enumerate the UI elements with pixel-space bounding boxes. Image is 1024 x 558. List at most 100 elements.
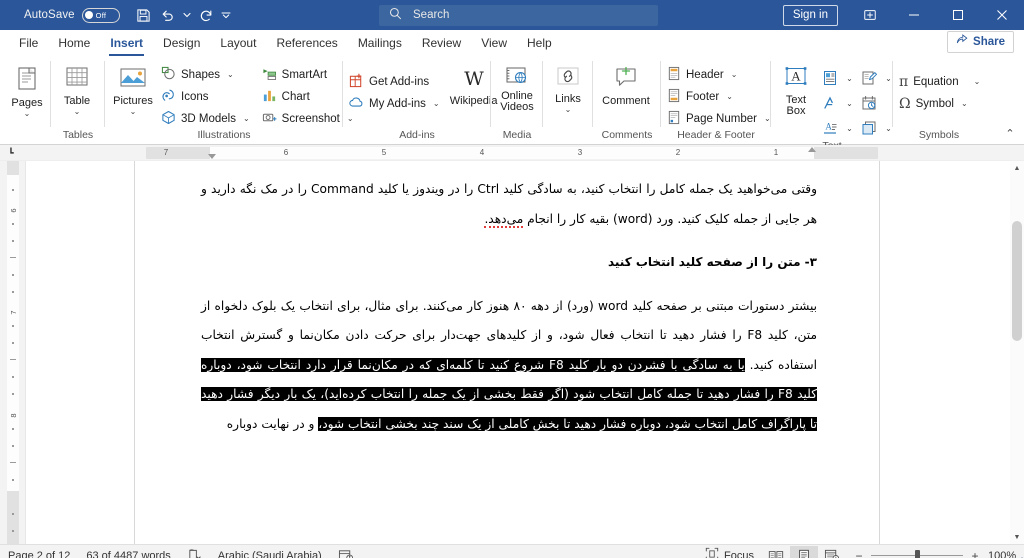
redo-button[interactable] (196, 4, 218, 26)
print-layout-view[interactable] (790, 545, 818, 558)
footer-caret-icon[interactable]: ⌄ (726, 92, 733, 101)
autosave-toggle[interactable]: AutoSave Off (24, 7, 120, 23)
maximize-button[interactable] (936, 0, 980, 30)
vertical-ruler-number-7: 7 (9, 310, 18, 315)
save-button[interactable] (133, 4, 155, 26)
focus-mode-button[interactable]: Focus (697, 545, 762, 558)
horizontal-ruler-track[interactable]: 7 6 5 4 3 2 1 (146, 147, 878, 159)
paragraph-2[interactable]: بیشتر دستورات مبتنی بر صفحه کلید word (و… (201, 292, 817, 440)
get-add-ins-button[interactable]: Get Add-ins (346, 71, 445, 92)
wikipedia-icon: W (459, 66, 489, 92)
tab-layout[interactable]: Layout (210, 35, 266, 56)
close-button[interactable] (980, 0, 1024, 30)
signature-line-caret-icon[interactable]: ⌄ (844, 124, 855, 133)
smartart-label: SmartArt (281, 68, 328, 81)
footer-button[interactable]: Footer ⌄ (664, 86, 776, 107)
word-count[interactable]: 63 of 4487 words (78, 545, 178, 558)
online-videos-button[interactable]: Online Videos (494, 63, 540, 113)
zoom-slider[interactable]: − + (846, 549, 988, 558)
shapes-icon (161, 66, 176, 84)
ruler-number-3: 3 (577, 148, 583, 157)
sign-in-button[interactable]: Sign in (782, 4, 838, 26)
table-button[interactable]: Table ⌄ (54, 63, 100, 116)
zoom-slider-track[interactable] (871, 550, 963, 558)
pictures-caret-icon[interactable]: ⌄ (130, 107, 137, 116)
object-icon[interactable] (857, 116, 881, 140)
quick-parts-icon[interactable] (818, 66, 842, 90)
drop-cap-icon[interactable] (857, 66, 881, 90)
horizontal-ruler[interactable]: ┗ 7 6 5 4 3 2 1 (0, 145, 1024, 161)
links-button[interactable]: Links ⌄ (546, 63, 590, 114)
zoom-out-button[interactable]: − (854, 549, 864, 558)
tab-view[interactable]: View (471, 35, 517, 56)
tab-help[interactable]: Help (517, 35, 562, 56)
document-text-body[interactable]: وقتی می‌خواهید یک جمله کامل را انتخاب کن… (135, 175, 879, 453)
equation-caret-icon[interactable]: ⌄ (974, 77, 981, 86)
shapes-button[interactable]: Shapes ⌄ (158, 64, 255, 85)
wordart-icon[interactable] (818, 91, 842, 115)
zoom-in-button[interactable]: + (970, 549, 980, 558)
page-indicator[interactable]: Page 2 of 12 (0, 545, 78, 558)
3d-models-caret-icon[interactable]: ⌄ (243, 114, 250, 123)
tab-references[interactable]: References (266, 35, 347, 56)
vertical-scrollbar[interactable]: ▲ ▼ (1010, 161, 1024, 544)
page-number-caret-icon[interactable]: ⌄ (764, 114, 771, 123)
tab-design[interactable]: Design (153, 35, 210, 56)
customize-quick-access-toolbar[interactable] (220, 4, 233, 26)
header-button[interactable]: Header ⌄ (664, 64, 776, 85)
minimize-button[interactable] (892, 0, 936, 30)
language-indicator[interactable]: Arabic (Saudi Arabia) (210, 545, 330, 558)
tab-mailings[interactable]: Mailings (348, 35, 412, 56)
equation-button[interactable]: π Equation ⌄ (896, 71, 985, 92)
autosave-switch[interactable]: Off (81, 7, 120, 23)
heading-3[interactable]: ۳- متن را از صفحه کلید انتخاب کنید (201, 248, 817, 278)
window-resize-grip[interactable] (1011, 553, 1023, 558)
my-add-ins-button[interactable]: My Add-ins ⌄ (346, 93, 445, 114)
text-box-button[interactable]: A Text Box (774, 63, 818, 117)
symbol-button[interactable]: Ω Symbol ⌄ (896, 93, 985, 114)
collapse-ribbon-button[interactable]: ⌃ (1002, 125, 1018, 141)
shapes-caret-icon[interactable]: ⌄ (227, 70, 234, 79)
accessibility-checker-icon[interactable] (330, 545, 362, 558)
page-number-button[interactable]: Page Number ⌄ (664, 108, 776, 129)
undo-button[interactable] (157, 4, 179, 26)
undo-dropdown-caret-icon[interactable] (181, 4, 194, 26)
header-caret-icon[interactable]: ⌄ (731, 70, 738, 79)
my-add-ins-caret-icon[interactable]: ⌄ (433, 99, 440, 108)
vertical-ruler[interactable]: 6 7 8 (0, 161, 26, 544)
paragraph-1[interactable]: وقتی می‌خواهید یک جمله کامل را انتخاب کن… (201, 175, 817, 234)
scroll-down-arrow-icon[interactable]: ▼ (1010, 530, 1024, 544)
pages-caret-icon[interactable]: ⌄ (24, 109, 31, 118)
vertical-scrollbar-thumb[interactable] (1012, 221, 1022, 341)
3d-models-button[interactable]: 3D Models ⌄ (158, 108, 255, 129)
date-time-icon[interactable] (857, 91, 881, 115)
quick-parts-caret-icon[interactable]: ⌄ (844, 74, 855, 83)
symbol-caret-icon[interactable]: ⌄ (961, 99, 968, 108)
tab-insert[interactable]: Insert (100, 35, 153, 56)
share-button[interactable]: Share (947, 31, 1014, 53)
read-mode-view[interactable] (762, 546, 790, 558)
tab-file[interactable]: File (9, 35, 48, 56)
table-caret-icon[interactable]: ⌄ (74, 107, 81, 116)
paragraph-1-spelling-error[interactable]: می‌دهد. (484, 211, 524, 228)
pages-button[interactable]: Pages ⌄ (6, 63, 48, 118)
icons-button[interactable]: Icons (158, 86, 255, 107)
document-canvas[interactable]: وقتی می‌خواهید یک جمله کامل را انتخاب کن… (26, 161, 1024, 544)
scroll-up-arrow-icon[interactable]: ▲ (1010, 161, 1024, 175)
ribbon-display-options-button[interactable] (848, 0, 892, 30)
tab-review[interactable]: Review (412, 35, 471, 56)
zoom-slider-thumb[interactable] (915, 550, 920, 558)
tab-stop-selector[interactable]: ┗ (3, 146, 19, 160)
comment-button[interactable]: Comment (596, 63, 656, 107)
search-box[interactable]: Search (379, 4, 658, 26)
search-input[interactable]: Search (413, 9, 449, 21)
web-layout-view[interactable] (818, 546, 846, 558)
symbol-label: Symbol (915, 97, 954, 110)
signature-line-icon[interactable]: A (818, 116, 842, 140)
tab-home[interactable]: Home (48, 35, 100, 56)
proofing-errors-icon[interactable] (179, 545, 210, 558)
links-caret-icon[interactable]: ⌄ (565, 105, 572, 114)
wordart-caret-icon[interactable]: ⌄ (844, 99, 855, 108)
document-page[interactable]: وقتی می‌خواهید یک جمله کامل را انتخاب کن… (134, 161, 880, 544)
pictures-button[interactable]: Pictures ⌄ (108, 63, 158, 116)
